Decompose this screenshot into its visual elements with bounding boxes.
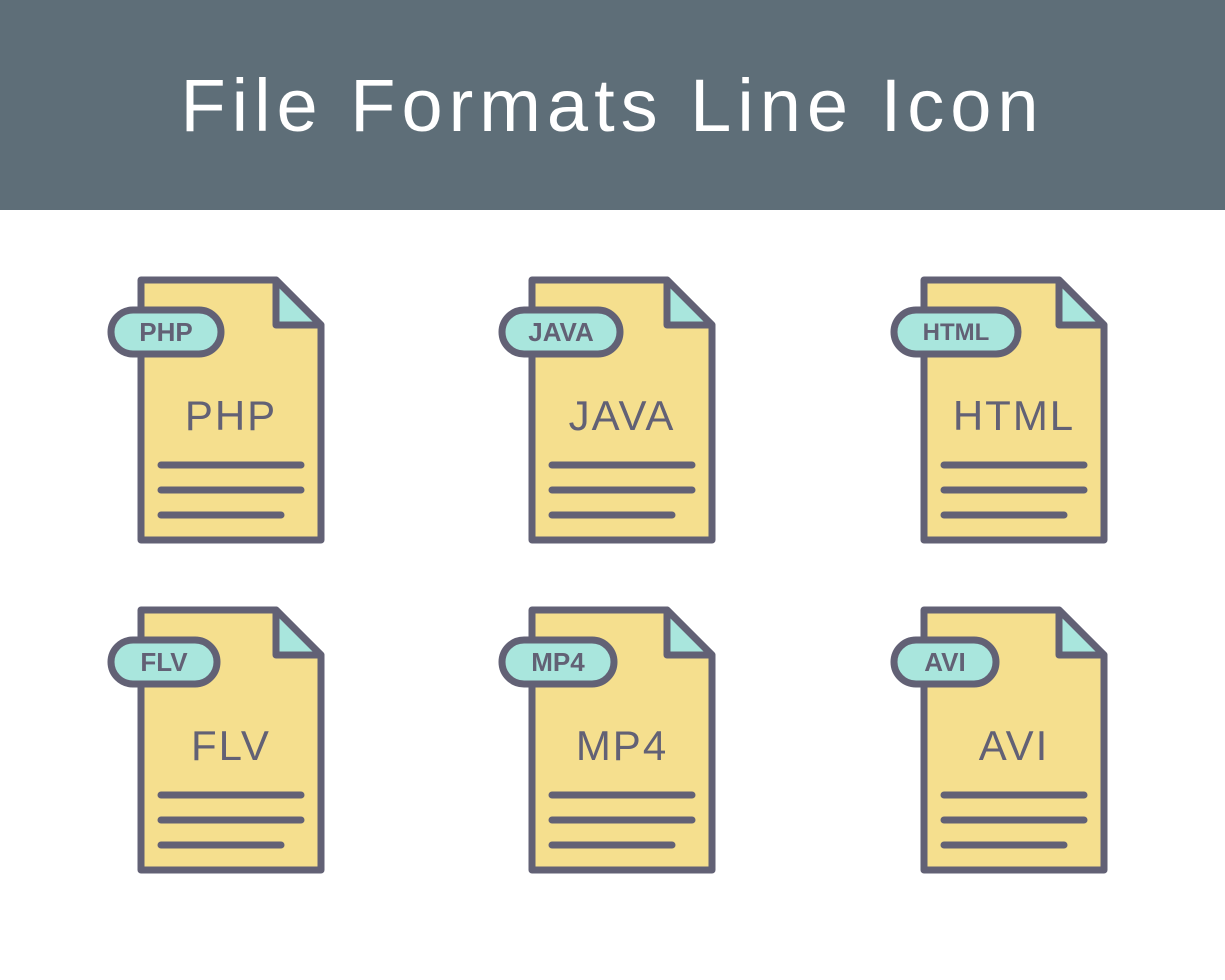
header-title: File Formats Line Icon [180, 63, 1044, 148]
badge-text: FLV [140, 647, 188, 677]
body-text: FLV [191, 722, 271, 769]
body-text: MP4 [576, 722, 668, 769]
badge-text: JAVA [529, 317, 595, 347]
badge-text: HTML [923, 319, 990, 346]
file-icon-php: PHP PHP [121, 280, 321, 540]
badge-text: AVI [924, 647, 965, 677]
body-text: PHP [185, 392, 277, 439]
badge-text: MP4 [532, 647, 586, 677]
file-icon-mp4: MP4 MP4 [512, 610, 712, 870]
body-text: HTML [953, 392, 1075, 439]
header-bar: File Formats Line Icon [0, 0, 1225, 210]
body-text: AVI [979, 722, 1050, 769]
file-icon-html: HTML HTML [904, 280, 1104, 540]
file-icon-avi: AVI AVI [904, 610, 1104, 870]
icon-grid: PHP PHP JAVA JAVA HTML HTML [0, 210, 1225, 920]
file-icon-java: JAVA JAVA [512, 280, 712, 540]
badge-text: PHP [139, 317, 192, 347]
file-icon-flv: FLV FLV [121, 610, 321, 870]
body-text: JAVA [569, 392, 676, 439]
